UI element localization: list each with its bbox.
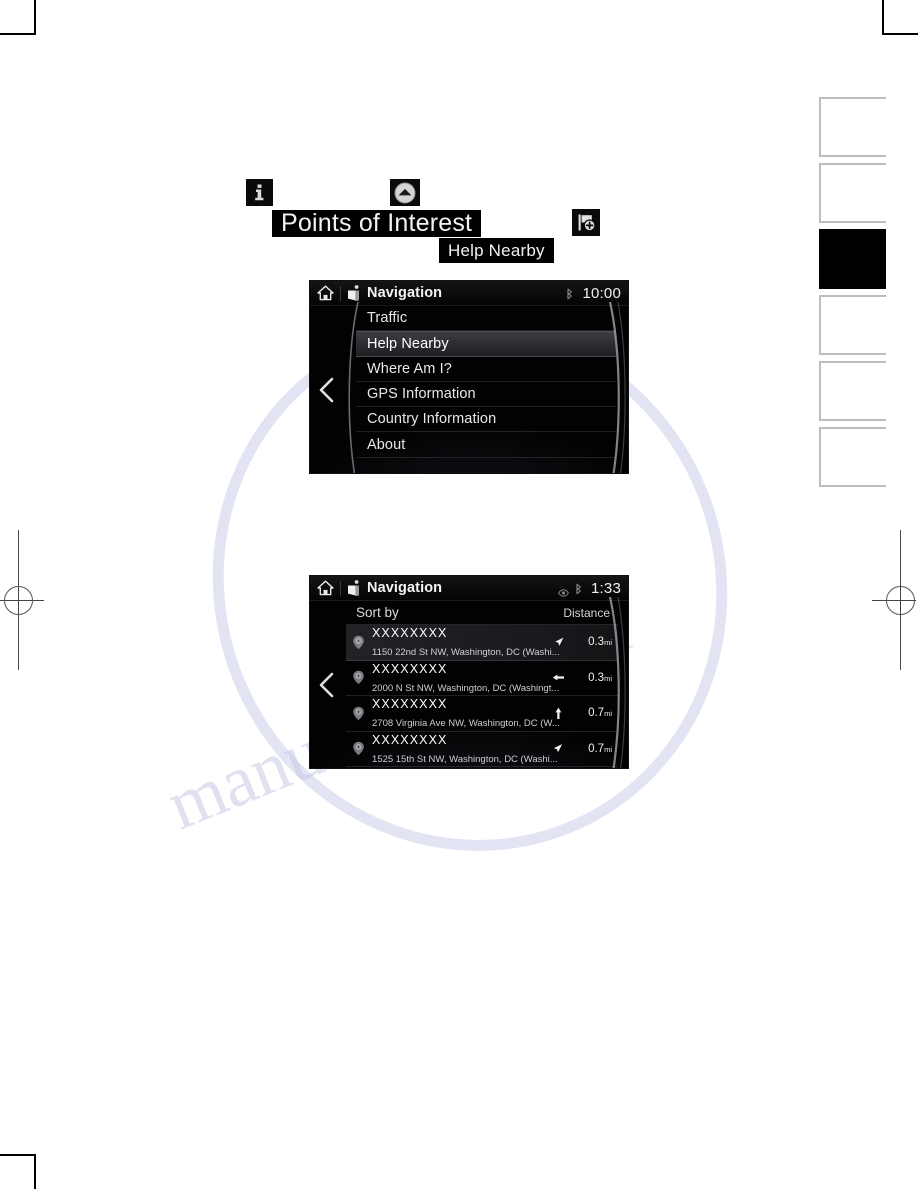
poi-distance: 0.7mi — [572, 707, 612, 719]
poi-row[interactable]: XXXXXXXX 1525 15th St NW, Washington, DC… — [346, 732, 618, 767]
menu-item-traffic[interactable]: Traffic — [356, 306, 616, 332]
status-divider — [340, 285, 341, 301]
side-tab-3[interactable] — [819, 295, 886, 355]
sort-by-value: Distance — [563, 605, 610, 620]
back-chevron-icon[interactable] — [316, 375, 338, 405]
back-chevron-icon[interactable] — [316, 670, 338, 700]
sort-by-label: Sort by — [356, 605, 399, 620]
menu-item-label: About — [367, 436, 406, 453]
home-icon[interactable] — [317, 285, 334, 301]
poi-distance-value: 0.7 — [588, 742, 605, 755]
poi-distance-unit: mi — [604, 744, 612, 754]
side-tab-1[interactable] — [819, 163, 886, 223]
side-tab-2[interactable] — [819, 229, 886, 289]
navigation-icon — [347, 285, 360, 302]
menu-item-where-am-i[interactable]: Where Am I? — [356, 357, 616, 382]
home-icon[interactable] — [317, 580, 334, 596]
menu-item-label: Country Information — [367, 411, 497, 428]
screen-title: Navigation — [367, 580, 443, 596]
flag-add-icon — [572, 209, 600, 236]
map-pin-icon — [352, 706, 365, 721]
bluetooth-icon — [575, 582, 582, 595]
sort-by-row[interactable]: Sort by Distance — [346, 601, 618, 625]
direction-west-icon — [551, 670, 566, 685]
poi-name: XXXXXXXX — [372, 697, 448, 712]
poi-distance: 0.3mi — [572, 636, 612, 648]
side-tab-4[interactable] — [819, 361, 886, 421]
chevron-up-circle-icon — [390, 179, 420, 206]
poi-name: XXXXXXXX — [372, 626, 448, 641]
map-pin-icon — [352, 741, 365, 756]
poi-address: 2708 Virginia Ave NW, Washington, DC (W.… — [372, 718, 560, 730]
poi-address: 1150 22nd St NW, Washington, DC (Washi..… — [372, 647, 560, 659]
eye-icon — [557, 584, 570, 597]
crop-mark-bottom-left — [0, 1148, 40, 1189]
poi-results-screen: Navigation 1:33 Sort by Distance XXXXXXX… — [310, 576, 628, 768]
bluetooth-icon — [566, 287, 573, 300]
status-bar: Navigation 1:33 — [310, 576, 628, 601]
poi-distance-value: 0.3 — [588, 671, 605, 684]
navigation-menu-list[interactable]: Traffic Help Nearby Where Am I? GPS Info… — [356, 306, 616, 473]
navigation-menu-screen: Navigation 10:00 Traffic Help Nearby Whe… — [310, 281, 628, 473]
poi-results-list[interactable]: Sort by Distance XXXXXXXX 1150 22nd St N… — [346, 601, 618, 768]
menu-item-help-nearby[interactable]: Help Nearby — [356, 331, 616, 357]
direction-southeast-icon — [551, 741, 566, 756]
poi-distance-unit: mi — [604, 673, 612, 683]
side-tab-0[interactable] — [819, 97, 886, 157]
points-of-interest-label: Points of Interest — [272, 210, 482, 237]
poi-name: XXXXXXXX — [372, 732, 448, 747]
info-icon — [246, 179, 273, 206]
registration-mark-left — [0, 530, 46, 670]
map-pin-icon — [352, 635, 365, 650]
poi-distance: 0.7mi — [572, 743, 612, 755]
crop-mark-top-left — [0, 0, 40, 40]
poi-address: 2000 N St NW, Washington, DC (Washingt..… — [372, 682, 560, 694]
map-pin-icon — [352, 670, 365, 685]
poi-name: XXXXXXXX — [372, 661, 448, 676]
direction-north-icon — [551, 706, 566, 721]
status-bar: Navigation 10:00 — [310, 281, 628, 306]
menu-item-label: Help Nearby — [367, 335, 449, 352]
menu-item-label: Traffic — [367, 310, 408, 327]
poi-distance-unit: mi — [604, 709, 612, 719]
menu-item-country-information[interactable]: Country Information — [356, 407, 616, 433]
poi-distance-value: 0.3 — [588, 636, 605, 649]
clock: 10:00 — [582, 284, 621, 302]
poi-row[interactable]: XXXXXXXX 2708 Virginia Ave NW, Washingto… — [346, 696, 618, 732]
poi-row[interactable]: XXXXXXXX 1150 22nd St NW, Washington, DC… — [346, 625, 618, 661]
navigation-icon — [347, 580, 360, 597]
poi-distance-value: 0.7 — [588, 707, 605, 720]
menu-item-about[interactable]: About — [356, 432, 616, 458]
crop-mark-top-right — [878, 0, 918, 40]
poi-distance: 0.3mi — [572, 672, 612, 684]
menu-item-label: Where Am I? — [367, 360, 452, 377]
direction-northeast-icon — [551, 635, 566, 650]
screen-title: Navigation — [367, 285, 443, 301]
status-divider — [340, 580, 341, 596]
poi-address: 1525 15th St NW, Washington, DC (Washi..… — [372, 753, 558, 765]
menu-item-label: GPS Information — [367, 386, 476, 403]
menu-item-gps-information[interactable]: GPS Information — [356, 382, 616, 408]
poi-row[interactable]: XXXXXXXX 2000 N St NW, Washington, DC (W… — [346, 661, 618, 696]
clock: 1:33 — [591, 579, 621, 597]
poi-distance-unit: mi — [604, 638, 612, 648]
help-nearby-label: Help Nearby — [439, 238, 554, 263]
registration-mark-right — [872, 530, 918, 670]
side-tab-5[interactable] — [819, 427, 886, 487]
